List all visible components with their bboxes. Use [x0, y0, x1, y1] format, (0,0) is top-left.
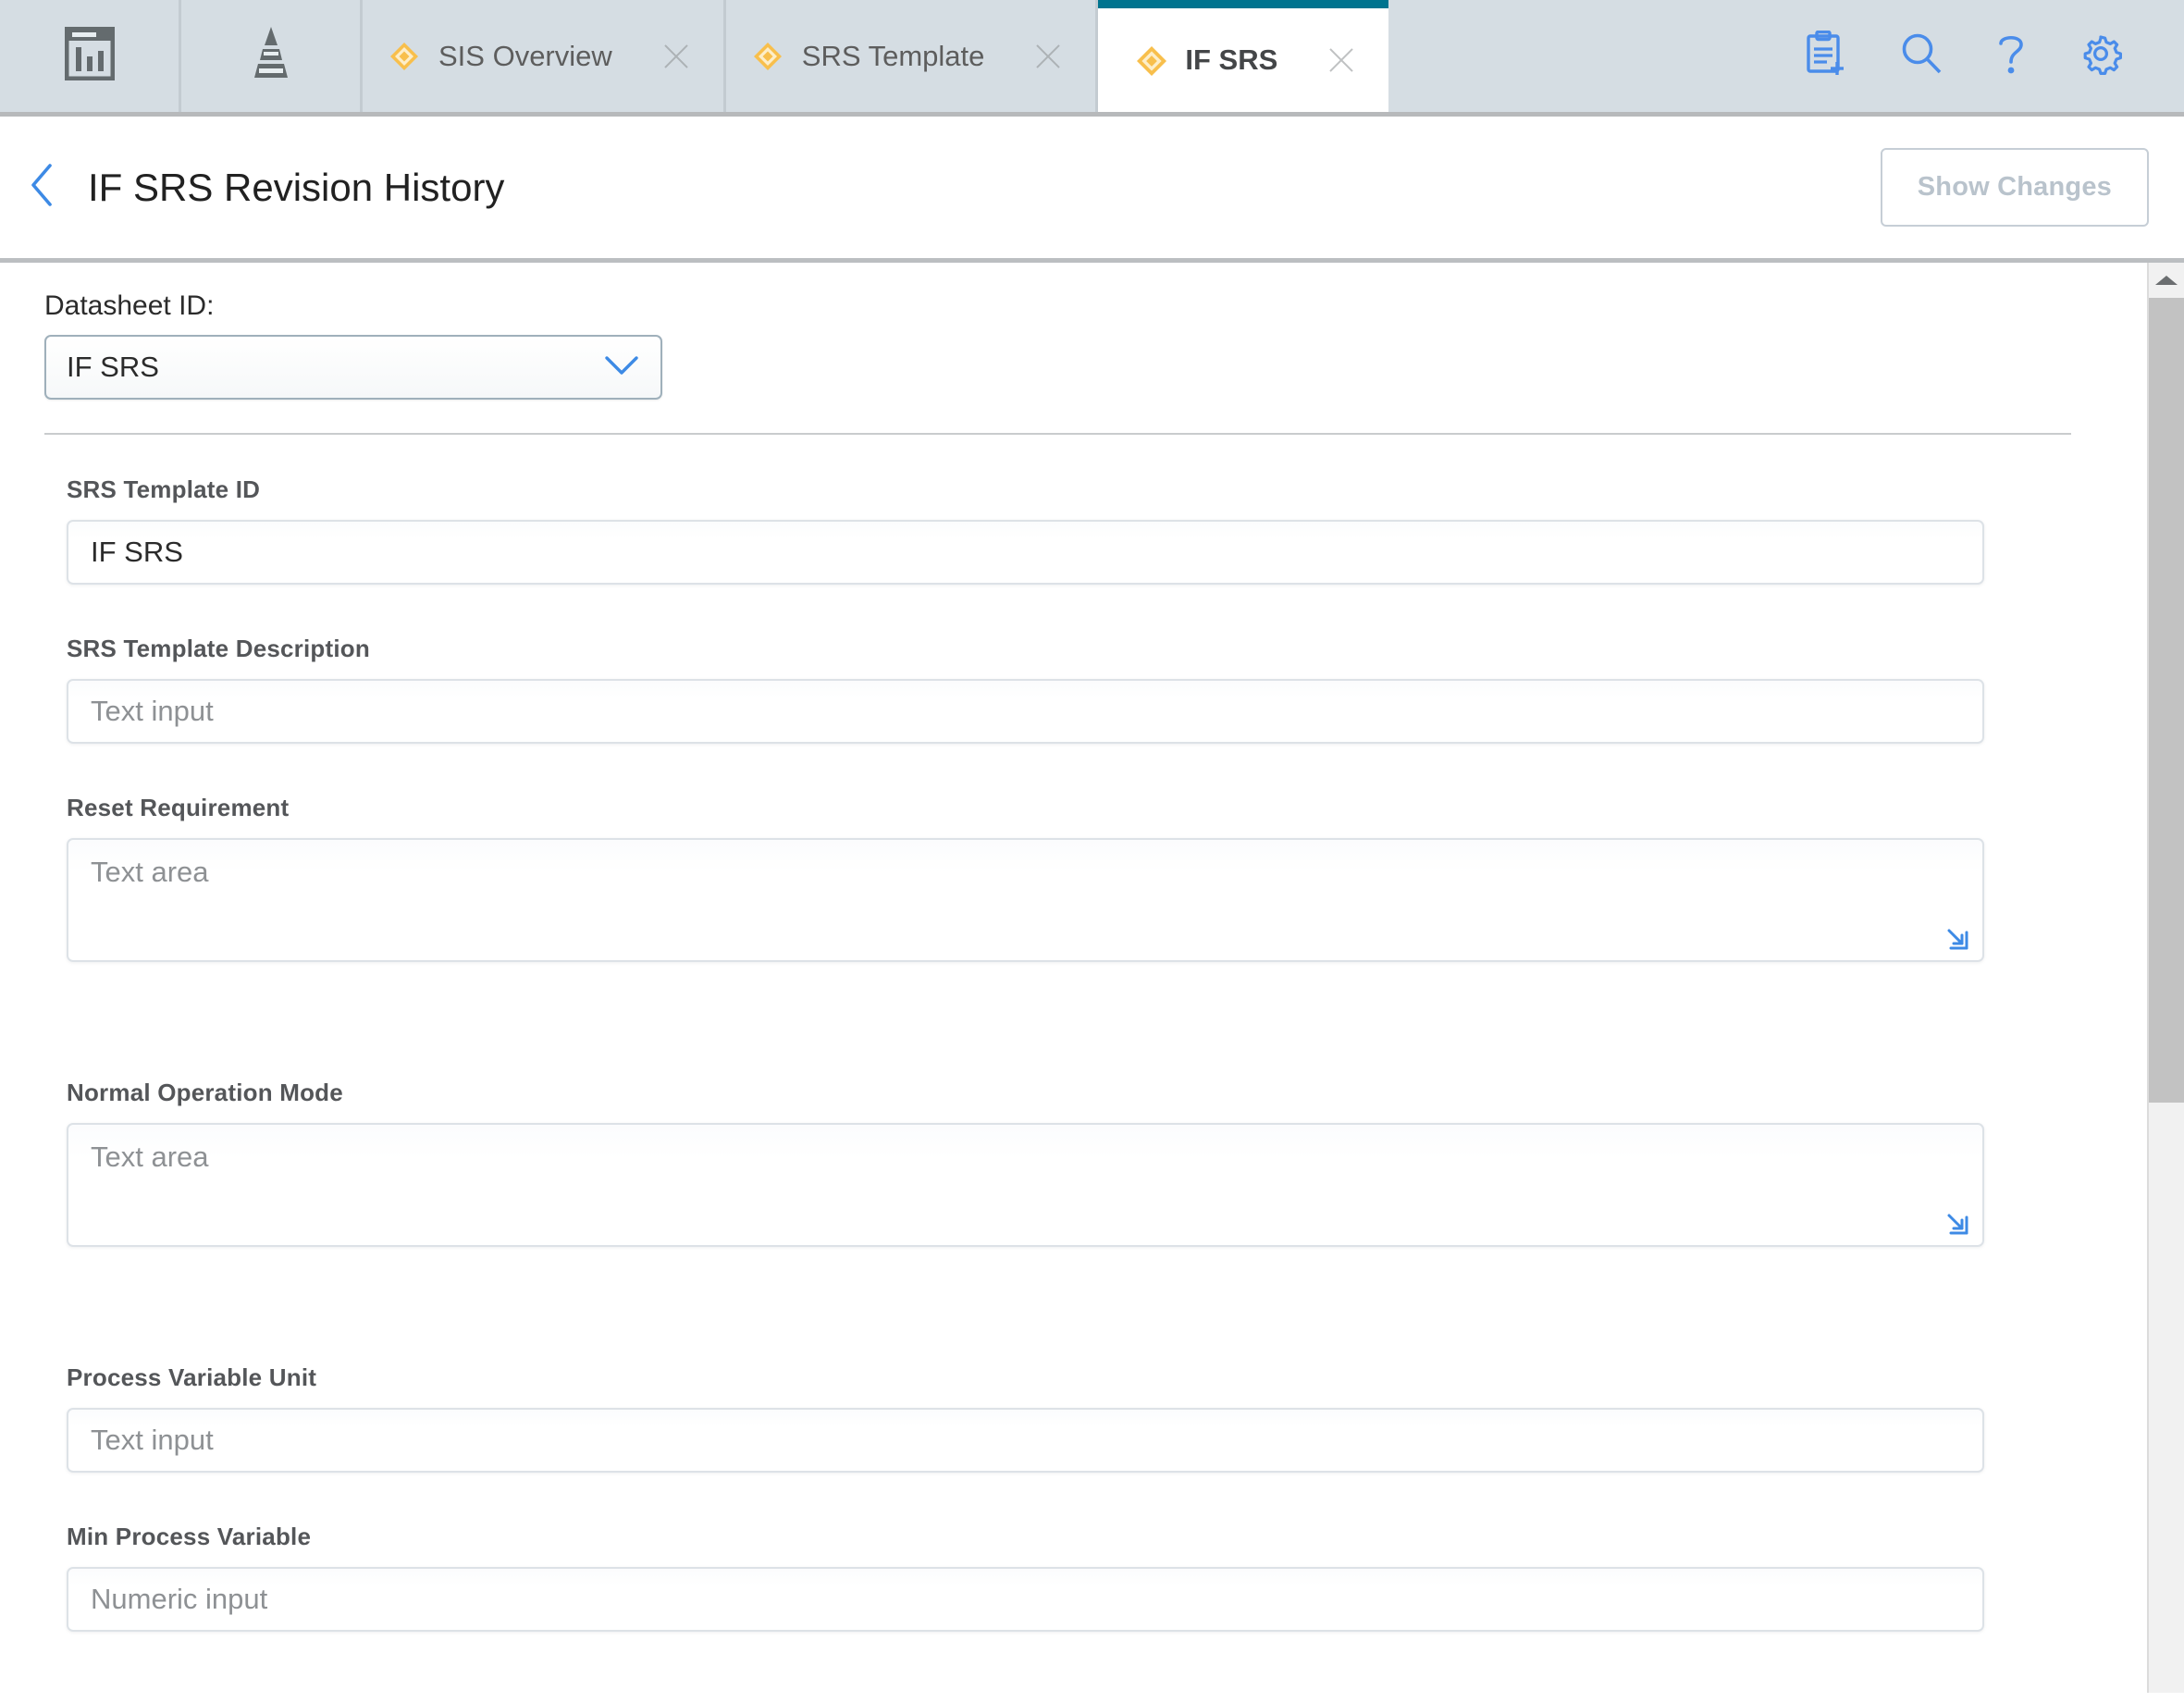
resize-handle-icon[interactable]	[1943, 925, 1969, 951]
tab-sis-overview[interactable]: SIS Overview	[363, 0, 726, 112]
scroll-up-arrow-icon[interactable]	[2149, 263, 2184, 298]
close-icon[interactable]	[660, 41, 692, 72]
tab-if-srs[interactable]: IF SRS	[1098, 0, 1389, 112]
help-icon[interactable]	[1995, 31, 2027, 80]
field-placeholder: Text area	[91, 1141, 209, 1173]
field-normal-operation-mode: Normal Operation Mode Text area	[67, 1079, 2147, 1247]
new-record-icon[interactable]	[1805, 30, 1847, 81]
tab-label: IF SRS	[1185, 43, 1278, 76]
process-variable-unit-input[interactable]: Text input	[67, 1408, 1984, 1473]
field-min-process-variable: Min Process Variable Numeric input	[67, 1523, 2147, 1632]
page-header: IF SRS Revision History Show Changes	[0, 117, 2184, 263]
scrollbar-thumb[interactable]	[2149, 298, 2184, 1103]
srs-template-id-input[interactable]: IF SRS	[67, 520, 1984, 585]
field-label: SRS Template Description	[67, 635, 370, 662]
form-scroll-region: Datasheet ID: IF SRS SRS Template ID IF …	[0, 263, 2147, 1693]
diamond-icon	[753, 42, 782, 70]
show-changes-button[interactable]: Show Changes	[1880, 148, 2149, 227]
field-gap	[67, 1247, 2147, 1363]
hierarchy-icon	[246, 25, 296, 87]
field-placeholder: Text input	[91, 695, 214, 727]
min-process-variable-input[interactable]: Numeric input	[67, 1567, 1984, 1632]
field-process-variable-unit: Process Variable Unit Text input	[67, 1363, 2147, 1473]
chevron-down-icon	[603, 354, 640, 381]
reset-requirement-textarea[interactable]: Text area	[67, 838, 1984, 962]
field-placeholder: Text input	[91, 1424, 214, 1456]
diamond-icon	[390, 42, 418, 70]
page-title: IF SRS Revision History	[88, 165, 505, 209]
hierarchy-nav-button[interactable]	[181, 0, 363, 112]
back-button[interactable]	[0, 162, 85, 213]
field-placeholder: Text area	[91, 856, 209, 888]
dashboard-nav-button[interactable]	[0, 0, 181, 112]
resize-handle-icon[interactable]	[1943, 1210, 1969, 1236]
datasheet-id-value: IF SRS	[67, 351, 159, 383]
field-gap	[67, 1473, 2147, 1523]
datasheet-id-label: Datasheet ID:	[44, 290, 215, 321]
normal-operation-mode-textarea[interactable]: Text area	[67, 1123, 1984, 1247]
field-label: Process Variable Unit	[67, 1363, 317, 1391]
field-value: IF SRS	[91, 536, 183, 568]
close-icon[interactable]	[1326, 44, 1357, 76]
field-srs-template-description: SRS Template Description Text input	[67, 635, 2147, 744]
scrollbar-track[interactable]	[2149, 298, 2184, 1693]
tab-srs-template[interactable]: SRS Template	[726, 0, 1099, 112]
content-wrapper: Datasheet ID: IF SRS SRS Template ID IF …	[0, 263, 2184, 1693]
datasheet-id-row: Datasheet ID: IF SRS	[0, 290, 2147, 400]
field-label: Normal Operation Mode	[67, 1079, 343, 1106]
tab-bar: SIS Overview SRS Template IF SRS	[0, 0, 2184, 117]
tab-bar-spacer	[1388, 0, 1805, 112]
field-gap	[67, 744, 2147, 794]
field-list: SRS Template ID IF SRS SRS Template Desc…	[0, 435, 2147, 1632]
dashboard-icon	[64, 26, 115, 85]
search-icon[interactable]	[1899, 31, 1943, 80]
tab-label: SIS Overview	[438, 39, 612, 72]
chevron-left-icon	[29, 162, 56, 213]
field-gap	[67, 585, 2147, 635]
tab-label: SRS Template	[801, 39, 985, 72]
close-icon[interactable]	[1032, 41, 1064, 72]
field-srs-template-id: SRS Template ID IF SRS	[67, 475, 2147, 585]
field-label: SRS Template ID	[67, 475, 261, 503]
field-placeholder: Numeric input	[91, 1583, 268, 1615]
gear-icon[interactable]	[2079, 31, 2123, 80]
field-gap	[67, 962, 2147, 1079]
vertical-scrollbar[interactable]	[2147, 263, 2184, 1693]
field-reset-requirement: Reset Requirement Text area	[67, 794, 2147, 962]
field-label: Min Process Variable	[67, 1523, 312, 1550]
toolbar-icon-group	[1805, 0, 2184, 112]
datasheet-id-select[interactable]: IF SRS	[44, 335, 662, 400]
srs-template-description-input[interactable]: Text input	[67, 679, 1984, 744]
field-label: Reset Requirement	[67, 794, 290, 821]
diamond-icon	[1137, 46, 1167, 76]
